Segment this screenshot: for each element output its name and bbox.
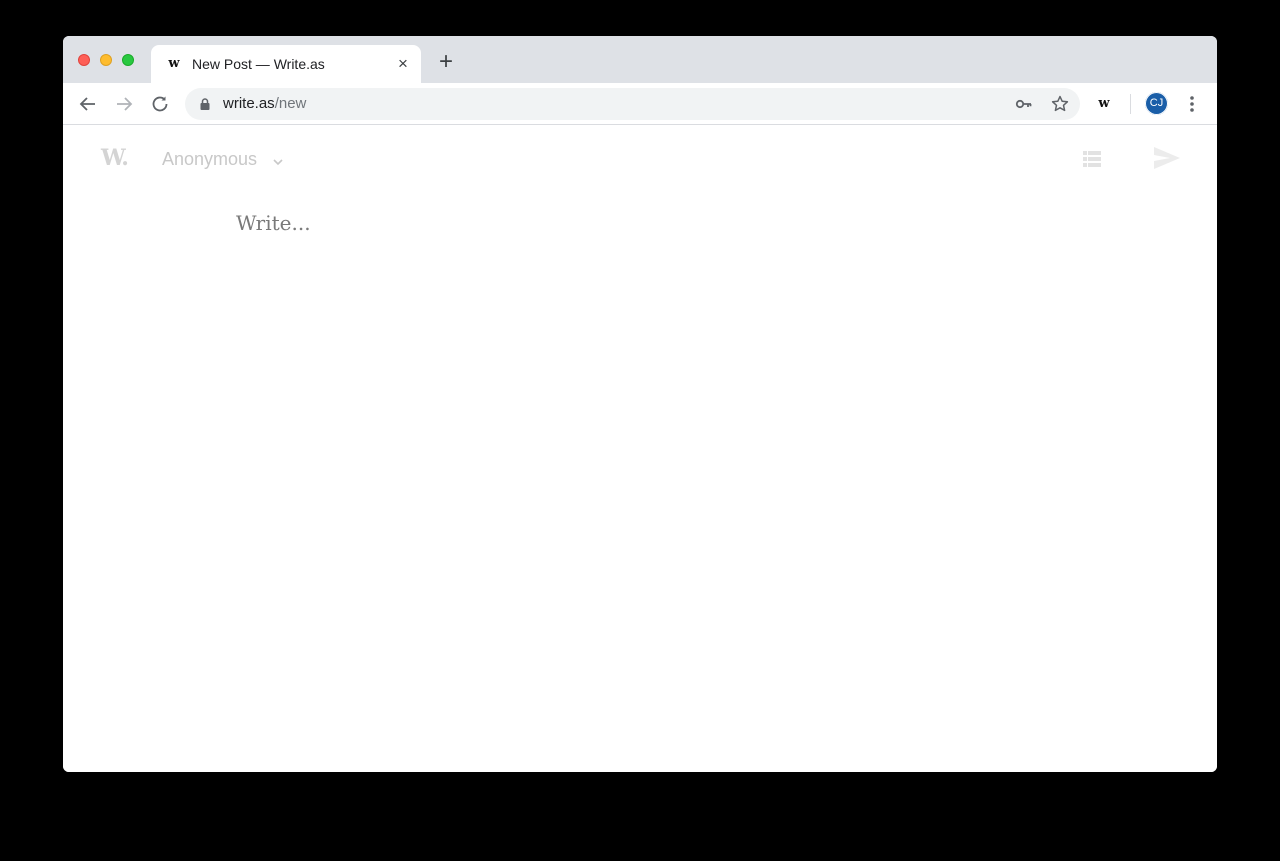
star-icon [1051,95,1069,112]
author-select[interactable]: Anonymous [162,149,257,170]
reload-button[interactable] [148,92,172,116]
browser-tab[interactable]: w New Post — Write.as × [151,45,421,83]
post-editor[interactable] [236,211,1136,711]
maximize-window-button[interactable] [122,54,134,66]
arrow-left-icon [79,97,95,111]
more-vertical-icon [1190,96,1194,112]
browser-toolbar: write.as/new w CJ [63,83,1217,125]
tab-close-icon[interactable]: × [395,55,411,72]
url-host: write.as [223,95,275,112]
writeas-logo[interactable]: W. [101,145,129,171]
forward-button[interactable] [112,92,136,116]
browser-window: w New Post — Write.as × + write.as/new w… [63,36,1217,772]
tab-strip: w New Post — Write.as × + [63,36,1217,83]
posts-list-icon[interactable] [1083,151,1101,167]
new-tab-button[interactable]: + [436,50,456,74]
logo-dot: . [121,145,129,171]
lock-icon [200,98,210,110]
logo-letter: W [101,145,122,171]
minimize-window-button[interactable] [100,54,112,66]
back-button[interactable] [76,92,100,116]
arrow-right-icon [117,97,133,111]
toolbar-divider [1130,94,1131,114]
close-window-button[interactable] [78,54,90,66]
key-icon [1015,99,1032,109]
bookmark-star-button[interactable] [1050,94,1070,114]
tab-title: New Post — Write.as [192,56,325,72]
password-key-button[interactable] [1014,94,1034,114]
browser-menu-button[interactable] [1182,92,1202,116]
url-path: /new [274,95,307,112]
tab-favicon-icon: w [168,56,180,71]
page-content: W. Anonymous [63,125,1217,772]
writeas-extension-icon[interactable]: w [1095,95,1113,113]
publish-send-icon[interactable] [1154,147,1180,169]
reload-icon [152,96,168,112]
url-text: write.as/new [223,95,306,112]
profile-avatar[interactable]: CJ [1145,92,1168,115]
chevron-down-icon[interactable] [272,158,284,166]
address-bar[interactable]: write.as/new [185,88,1080,120]
